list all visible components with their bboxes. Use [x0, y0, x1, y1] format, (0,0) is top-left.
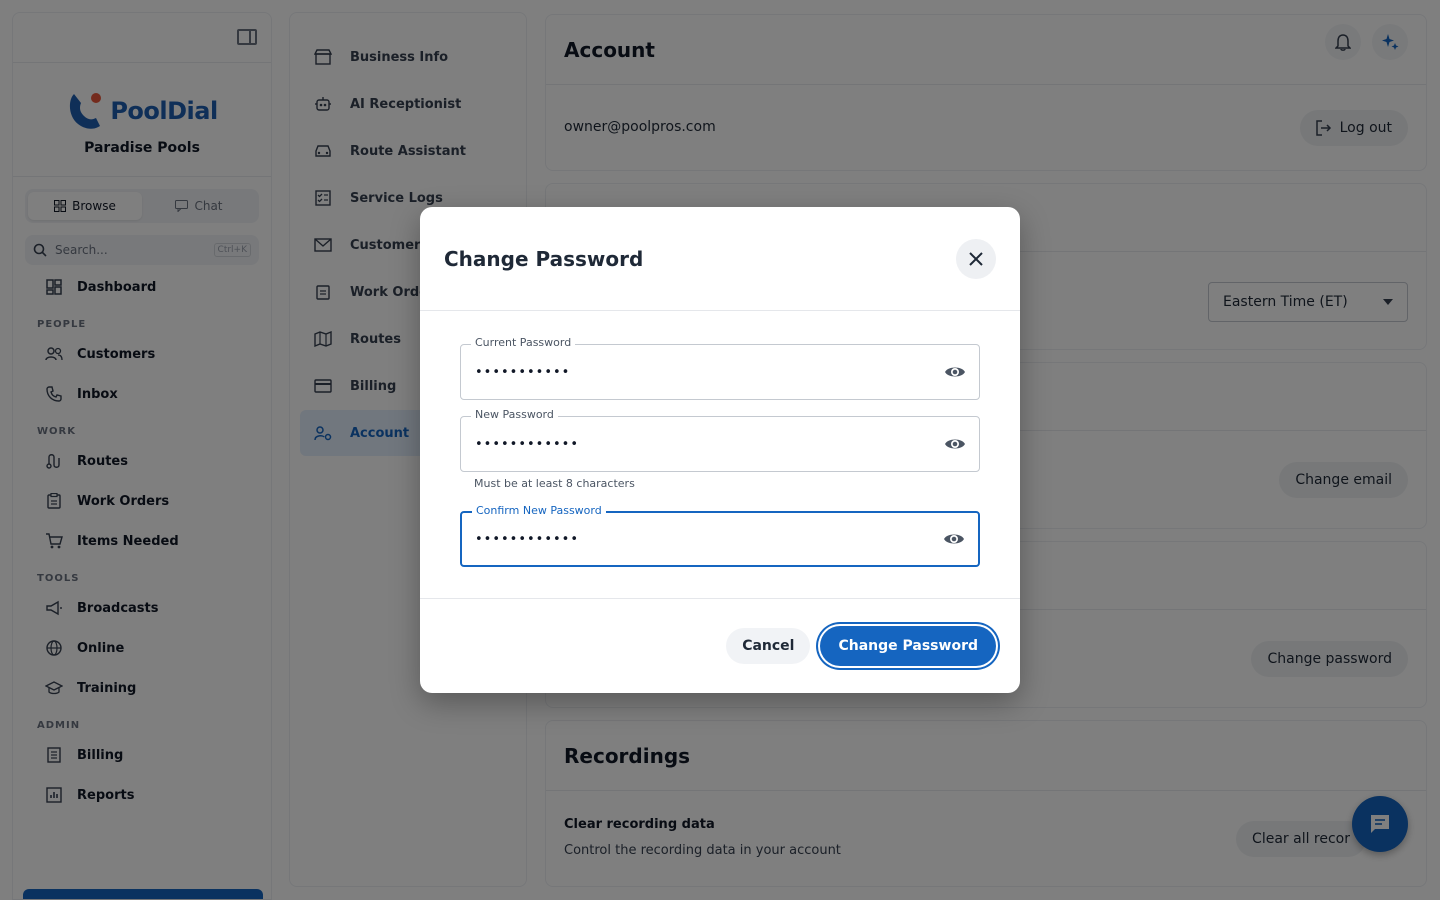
new-password-input[interactable]: ••••••••••••: [475, 437, 943, 452]
toggle-visibility-icon[interactable]: [943, 360, 967, 384]
cancel-button[interactable]: Cancel: [726, 628, 811, 664]
password-helper-text: Must be at least 8 characters: [474, 477, 635, 490]
new-password-field[interactable]: New Password ••••••••••••: [460, 408, 980, 472]
dialog-header: Change Password: [420, 207, 1020, 311]
dialog-footer: Cancel Change Password: [420, 599, 1020, 693]
submit-change-password-button[interactable]: Change Password: [820, 626, 996, 666]
dialog-title: Change Password: [444, 246, 644, 271]
confirm-password-label: Confirm New Password: [472, 504, 606, 517]
confirm-password-field[interactable]: Confirm New Password ••••••••••••: [460, 504, 980, 567]
current-password-label: Current Password: [471, 336, 576, 349]
new-password-label: New Password: [471, 408, 558, 421]
toggle-visibility-icon[interactable]: [942, 527, 966, 551]
change-password-dialog: Change Password Current Password •••••••…: [420, 207, 1020, 693]
dialog-body: Current Password ••••••••••• New Passwor…: [420, 311, 1020, 599]
current-password-input[interactable]: •••••••••••: [475, 365, 943, 380]
current-password-field[interactable]: Current Password •••••••••••: [460, 336, 980, 400]
confirm-password-input[interactable]: ••••••••••••: [475, 532, 942, 547]
toggle-visibility-icon[interactable]: [943, 432, 967, 456]
close-icon: [969, 251, 983, 266]
close-button[interactable]: [956, 238, 996, 279]
